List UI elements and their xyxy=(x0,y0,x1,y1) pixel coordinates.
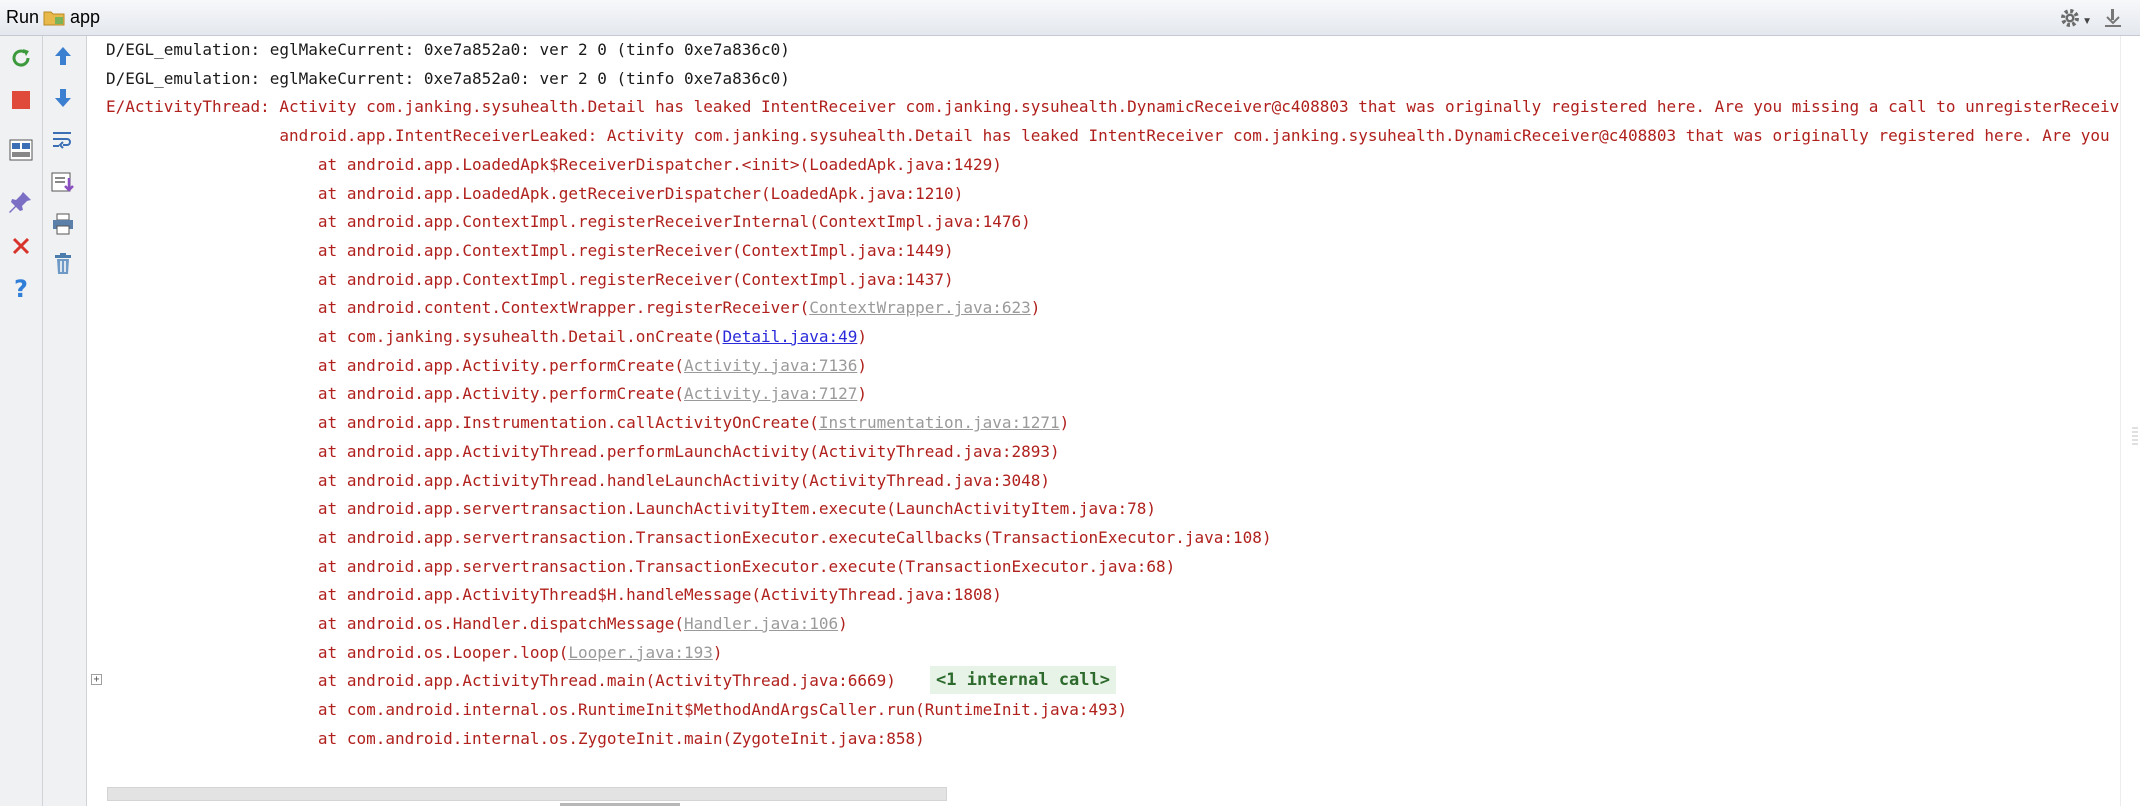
trash-icon[interactable] xyxy=(49,250,77,278)
stack-frame: at android.app.Activity.performCreate(Ac… xyxy=(106,384,867,404)
layout-icon[interactable] xyxy=(7,136,35,164)
print-icon[interactable] xyxy=(49,210,77,238)
rerun-icon[interactable] xyxy=(7,44,35,72)
console-output[interactable]: D/EGL_emulation: eglMakeCurrent: 0xe7a85… xyxy=(87,36,2120,806)
stack-frame: at android.app.LoadedApk.getReceiverDisp… xyxy=(106,183,964,203)
resize-grip-icon[interactable] xyxy=(2132,426,2138,448)
gear-icon[interactable] xyxy=(2058,6,2082,30)
stack-frame: at android.app.Instrumentation.callActiv… xyxy=(106,413,1070,433)
source-link[interactable]: Detail.java:49 xyxy=(723,327,858,346)
stack-frame: at com.android.internal.os.RuntimeInit$M… xyxy=(106,700,1128,720)
error-log-line: android.app.IntentReceiverLeaked: Activi… xyxy=(279,126,2120,146)
down-arrow-icon[interactable] xyxy=(49,84,77,112)
chevron-down-icon[interactable]: ▼ xyxy=(2082,16,2092,27)
app-config-name[interactable]: app xyxy=(70,7,100,28)
svg-text:?: ? xyxy=(14,275,28,301)
source-link[interactable]: Instrumentation.java:1271 xyxy=(819,413,1060,432)
error-log-line: E/ActivityThread: Activity com.janking.s… xyxy=(106,97,2120,117)
source-link[interactable]: Looper.java:193 xyxy=(568,643,713,662)
stack-frame: at android.os.Looper.loop(Looper.java:19… xyxy=(106,642,723,662)
stack-frame: at android.app.ContextImpl.registerRecei… xyxy=(106,212,1031,232)
log-line: D/EGL_emulation: eglMakeCurrent: 0xe7a85… xyxy=(106,40,790,59)
source-link[interactable]: Handler.java:106 xyxy=(684,614,838,633)
stack-frame: at android.app.ActivityThread$H.handleMe… xyxy=(106,585,1002,605)
stack-frame: at android.app.ContextImpl.registerRecei… xyxy=(106,269,954,289)
stack-frame: at com.android.internal.os.ZygoteInit.ma… xyxy=(106,728,925,748)
close-icon[interactable] xyxy=(7,232,35,260)
up-arrow-icon[interactable] xyxy=(49,42,77,70)
scroll-to-end-icon[interactable] xyxy=(49,168,77,196)
stack-frame: at android.os.Handler.dispatchMessage(Ha… xyxy=(106,614,848,633)
pin-icon[interactable] xyxy=(2102,6,2124,30)
stack-frame: at android.content.ContextWrapper.regist… xyxy=(106,298,1041,318)
expand-icon[interactable]: + xyxy=(91,674,102,685)
stack-frame: at com.janking.sysuhealth.Detail.onCreat… xyxy=(106,327,867,346)
run-toolbar-secondary xyxy=(43,36,87,806)
soft-wrap-icon[interactable] xyxy=(49,126,77,154)
horizontal-scrollbar[interactable] xyxy=(107,787,947,801)
source-link[interactable]: ContextWrapper.java:623 xyxy=(809,298,1031,317)
stack-frame: at android.app.LoadedApk$ReceiverDispatc… xyxy=(106,154,1002,174)
run-tool-window-header: Run app ▼ xyxy=(0,0,2140,36)
pin-tab-icon[interactable] xyxy=(7,188,35,216)
app-folder-icon xyxy=(43,11,65,26)
help-icon[interactable]: ? xyxy=(7,274,35,302)
stack-frame: at android.app.ActivityThread.handleLaun… xyxy=(106,470,1051,490)
run-tab-label[interactable]: Run xyxy=(6,7,39,28)
stack-frame: at android.app.ContextImpl.registerRecei… xyxy=(106,240,954,260)
run-toolbar-primary: ? xyxy=(0,36,43,806)
stack-frame: at android.app.ActivityThread.performLau… xyxy=(106,441,1060,461)
internal-call-fold[interactable]: <1 internal call> xyxy=(930,666,1116,694)
log-line: D/EGL_emulation: eglMakeCurrent: 0xe7a85… xyxy=(106,68,790,88)
stack-frame: at android.app.servertransaction.Transac… xyxy=(106,527,1272,547)
source-link[interactable]: Activity.java:7136 xyxy=(684,356,857,375)
stop-icon[interactable] xyxy=(7,86,35,114)
stack-frame: at android.app.Activity.performCreate(Ac… xyxy=(106,355,867,375)
vertical-scrollbar[interactable] xyxy=(2120,36,2140,806)
stack-frame: at android.app.servertransaction.LaunchA… xyxy=(106,499,1156,519)
stack-frame: at android.app.servertransaction.Transac… xyxy=(106,556,1176,576)
stack-frame: at android.app.ActivityThread.main(Activ… xyxy=(106,671,896,691)
source-link[interactable]: Activity.java:7127 xyxy=(684,384,857,403)
